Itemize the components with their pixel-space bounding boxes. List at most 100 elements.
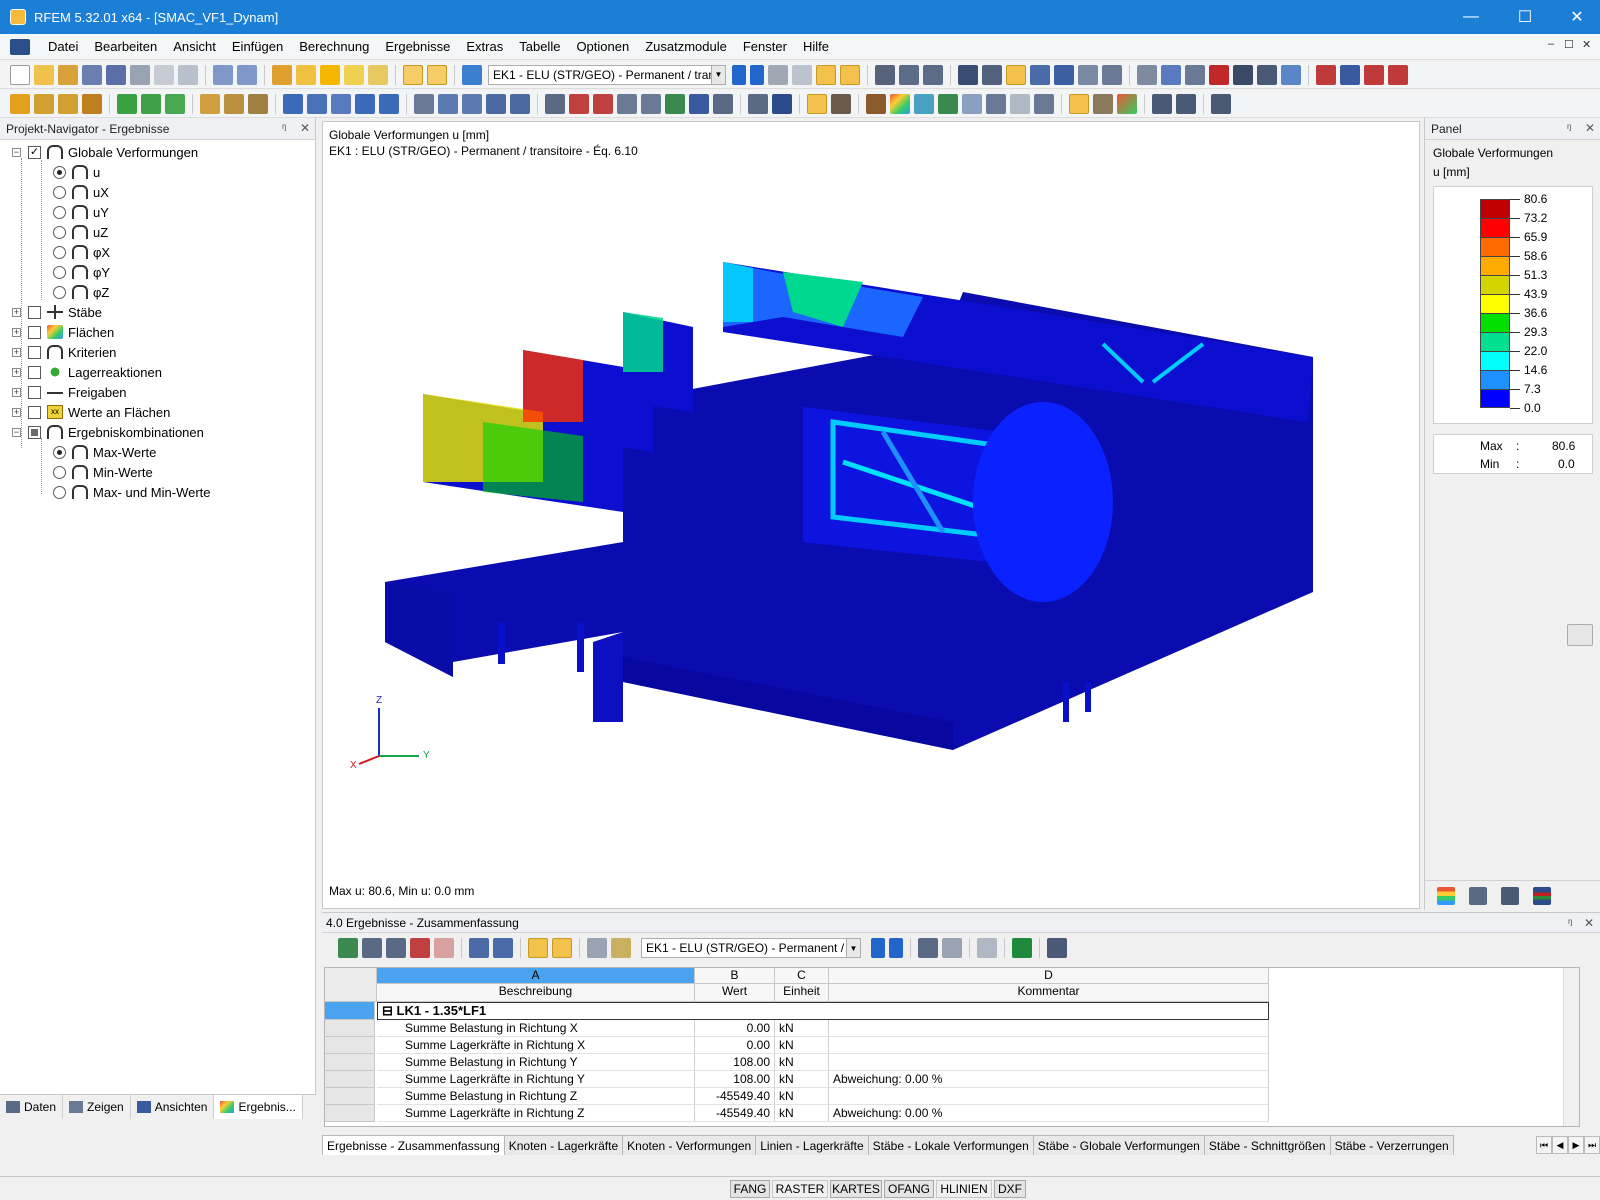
move-icon[interactable] — [331, 93, 351, 114]
row-header[interactable] — [325, 1037, 375, 1054]
redo-icon[interactable] — [237, 64, 257, 85]
radio-button[interactable] — [53, 285, 66, 299]
tree-item-werte-an-flaechen[interactable]: + xx Werte an Flächen — [12, 402, 170, 422]
row-header[interactable] — [325, 1054, 375, 1071]
group-collapse-icon[interactable]: ⊟ — [382, 1003, 393, 1018]
open-folder-icon[interactable] — [34, 64, 54, 85]
calculator-icon[interactable] — [1047, 938, 1067, 958]
print-preview-icon[interactable] — [1176, 93, 1196, 114]
ruler-icon[interactable] — [831, 93, 851, 114]
view-x-icon[interactable] — [641, 93, 661, 114]
checkbox-unchecked[interactable] — [28, 385, 41, 399]
checkbox-unchecked[interactable] — [28, 325, 41, 339]
chevron-down-icon[interactable]: ▼ — [846, 939, 860, 957]
screenshot-icon[interactable] — [1257, 64, 1277, 85]
status-dxf[interactable]: DXF — [994, 1180, 1026, 1198]
tree-item-min-werte[interactable]: Min-Werte — [53, 462, 153, 482]
copy-icon[interactable] — [355, 93, 375, 114]
collapse-icon[interactable]: − — [12, 427, 21, 437]
tab-ergebnisse[interactable]: Ergebnis... — [214, 1094, 303, 1119]
tree-item-staebe[interactable]: + Stäbe — [12, 302, 102, 322]
column-header-wert[interactable]: Wert — [695, 984, 775, 1002]
select-in-graphic-icon[interactable] — [918, 938, 938, 958]
member-icon[interactable] — [58, 93, 78, 114]
edit-icon[interactable] — [272, 64, 292, 85]
opening-icon[interactable] — [165, 93, 185, 114]
delete-row-icon[interactable] — [386, 938, 406, 958]
solid-create-icon[interactable] — [141, 93, 161, 114]
import-icon[interactable] — [1340, 64, 1360, 85]
results-tab-3[interactable]: Linien - Lagerkräfte — [755, 1135, 869, 1155]
tree-item-phiy[interactable]: φY — [53, 262, 110, 282]
expand-icon[interactable]: + — [12, 387, 21, 397]
column-header-einheit[interactable]: Einheit — [775, 984, 829, 1002]
next-loadcase-icon[interactable] — [750, 64, 764, 85]
zoom-all-icon[interactable] — [545, 93, 565, 114]
results-tab-0[interactable]: Ergebnisse - Zusammenfassung — [322, 1135, 505, 1155]
wireframe-icon[interactable] — [1030, 64, 1050, 85]
result-values-icon[interactable] — [840, 64, 860, 85]
view-z-icon[interactable] — [689, 93, 709, 114]
radio-button[interactable] — [53, 225, 66, 239]
relation-icon[interactable] — [528, 938, 548, 958]
surface-diagram-icon[interactable] — [923, 64, 943, 85]
render-icon[interactable] — [1006, 64, 1026, 85]
grid-view-icon[interactable] — [1034, 93, 1054, 114]
previous-table-icon[interactable] — [469, 938, 489, 958]
expand-icon[interactable]: + — [12, 367, 21, 377]
tree-item-lagerreaktionen[interactable]: + Lagerreaktionen — [12, 362, 162, 382]
mirror-icon[interactable] — [414, 93, 434, 114]
cell-wert[interactable]: 108.00 — [695, 1054, 775, 1071]
cell-wert[interactable]: -45549.40 — [695, 1088, 775, 1105]
close-button[interactable]: ✕ — [1554, 0, 1600, 34]
tree-item-max-und-min-werte[interactable]: Max- und Min-Werte — [53, 482, 211, 502]
cell-beschreibung[interactable]: Summe Lagerkräfte in Richtung Y — [377, 1071, 695, 1088]
export-icon[interactable] — [1316, 64, 1336, 85]
delete-icon[interactable] — [1209, 64, 1229, 85]
results-combo[interactable]: EK1 - ELU (STR/GEO) - Permanent / ▼ — [641, 938, 861, 958]
search-icon[interactable] — [296, 64, 316, 85]
tree-item-ux[interactable]: uX — [53, 182, 109, 202]
view-y-icon[interactable] — [665, 93, 685, 114]
menu-einfuegen[interactable]: Einfügen — [224, 39, 291, 54]
tree-item-kriterien[interactable]: + Kriterien — [12, 342, 116, 362]
close-icon[interactable]: ✕ — [1584, 916, 1594, 930]
load-icon[interactable] — [200, 93, 220, 114]
next-table-icon[interactable] — [493, 938, 513, 958]
member-diagram-icon[interactable] — [899, 64, 919, 85]
notes-icon[interactable] — [611, 938, 631, 958]
cell-wert[interactable]: 108.00 — [695, 1071, 775, 1088]
solid-icon[interactable] — [1054, 64, 1074, 85]
column-header-beschreibung[interactable]: Beschreibung — [377, 984, 695, 1002]
column-header-kommentar[interactable]: Kommentar — [829, 984, 1269, 1002]
expand-icon[interactable]: + — [12, 307, 21, 317]
column-letter-d[interactable]: D — [829, 968, 1269, 984]
cell-einheit[interactable]: kN — [775, 1054, 829, 1071]
project-manager-icon[interactable] — [82, 64, 102, 85]
cell-beschreibung[interactable]: Summe Lagerkräfte in Richtung X — [377, 1037, 695, 1054]
show-values-icon[interactable] — [768, 64, 788, 85]
columns-icon[interactable] — [587, 938, 607, 958]
tree-icon[interactable] — [938, 93, 958, 114]
menu-bearbeiten[interactable]: Bearbeiten — [86, 39, 165, 54]
tree-item-globale-verformungen[interactable]: − ✓ Globale Verformungen — [12, 142, 198, 162]
mdi-restore-button[interactable]: ☐ — [1564, 38, 1574, 51]
close-icon[interactable]: ✕ — [300, 121, 310, 135]
radio-button[interactable] — [53, 245, 66, 259]
cell-einheit[interactable]: kN — [775, 1071, 829, 1088]
solid-view-icon[interactable] — [914, 93, 934, 114]
status-kartes[interactable]: KARTES — [830, 1180, 882, 1198]
results-tab-7[interactable]: Stäbe - Verzerrungen — [1329, 1135, 1454, 1155]
loadcase-icon[interactable] — [462, 64, 482, 85]
pen-icon[interactable] — [748, 93, 768, 114]
views-icon[interactable] — [368, 64, 388, 85]
menu-fenster[interactable]: Fenster — [735, 39, 795, 54]
open-project-icon[interactable] — [58, 64, 78, 85]
panel-toggle-icon[interactable] — [1069, 93, 1089, 114]
navigator-toggle-icon[interactable] — [403, 64, 423, 85]
excel-export-icon[interactable] — [1012, 938, 1032, 958]
radio-selected[interactable] — [53, 445, 66, 459]
tree-item-flaechen[interactable]: + Flächen — [12, 322, 114, 342]
filter-icon[interactable] — [1501, 886, 1519, 905]
camera-icon[interactable] — [1233, 64, 1253, 85]
